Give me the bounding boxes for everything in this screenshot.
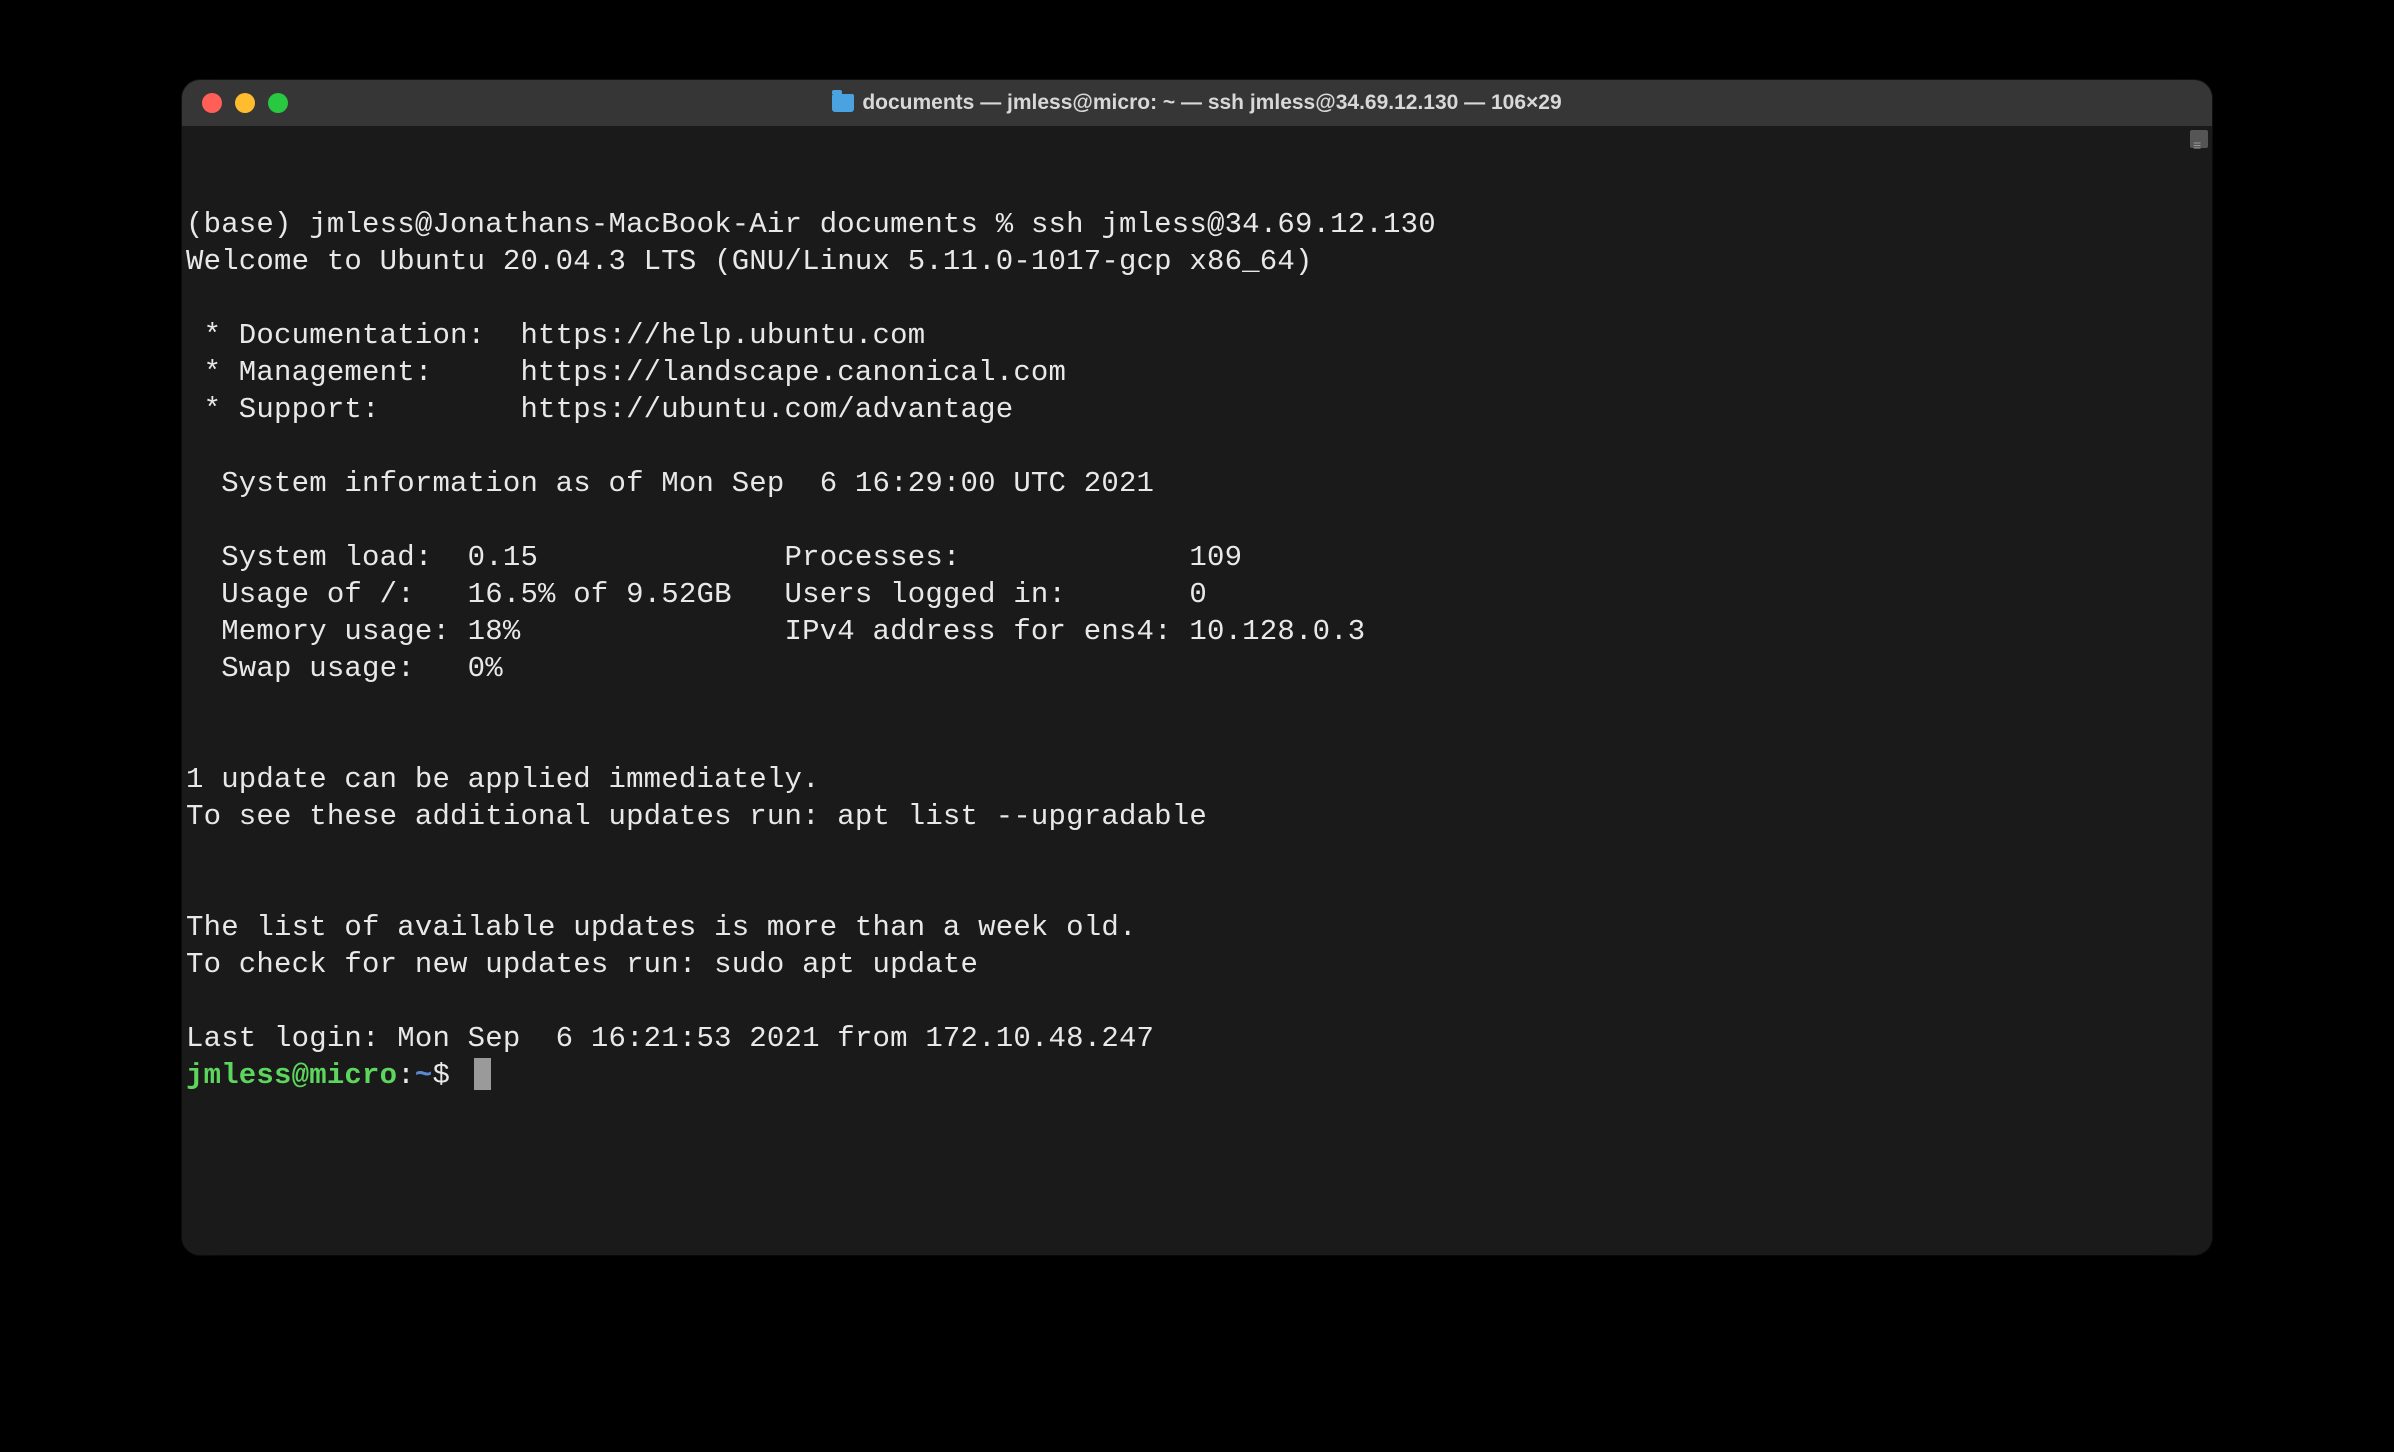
titlebar[interactable]: documents — jmless@micro: ~ — ssh jmless… — [182, 80, 2212, 126]
prompt-dollar: $ — [432, 1057, 467, 1094]
terminal-viewport[interactable]: (base) jmless@Jonathans-MacBook-Air docu… — [182, 126, 2212, 1255]
motd-mgmt-link: * Management: https://landscape.canonica… — [186, 356, 1066, 389]
cursor-icon — [474, 1058, 491, 1090]
sysinfo-row-3: Memory usage: 18% IPv4 address for ens4:… — [186, 615, 1365, 648]
maximize-button[interactable] — [268, 93, 288, 113]
terminal-window: documents — jmless@micro: ~ — ssh jmless… — [182, 80, 2212, 1255]
window-title-wrap: documents — jmless@micro: ~ — ssh jmless… — [182, 91, 2212, 115]
remote-prompt[interactable]: jmless@micro:~$ — [186, 1057, 2208, 1094]
updates-line-2: To see these additional updates run: apt… — [186, 800, 1207, 833]
folder-icon — [832, 94, 854, 112]
motd-welcome: Welcome to Ubuntu 20.04.3 LTS (GNU/Linux… — [186, 245, 1313, 278]
prompt-path: ~ — [415, 1057, 433, 1094]
local-prompt: (base) jmless@Jonathans-MacBook-Air docu… — [186, 208, 1031, 241]
stale-updates-1: The list of available updates is more th… — [186, 911, 1137, 944]
stale-updates-2: To check for new updates run: sudo apt u… — [186, 948, 978, 981]
prompt-userhost: jmless@micro — [186, 1057, 397, 1094]
ssh-command: ssh jmless@34.69.12.130 — [1031, 208, 1436, 241]
sysinfo-row-2: Usage of /: 16.5% of 9.52GB Users logged… — [186, 578, 1207, 611]
updates-line-1: 1 update can be applied immediately. — [186, 763, 820, 796]
motd-doc-link: * Documentation: https://help.ubuntu.com — [186, 319, 925, 352]
minimize-button[interactable] — [235, 93, 255, 113]
last-login: Last login: Mon Sep 6 16:21:53 2021 from… — [186, 1022, 1154, 1055]
sysinfo-row-4: Swap usage: 0% — [186, 652, 503, 685]
sysinfo-header: System information as of Mon Sep 6 16:29… — [186, 467, 1154, 500]
sysinfo-row-1: System load: 0.15 Processes: 109 — [186, 541, 1242, 574]
window-title: documents — jmless@micro: ~ — ssh jmless… — [862, 91, 1561, 115]
close-button[interactable] — [202, 93, 222, 113]
scroll-indicator-icon[interactable] — [2190, 130, 2208, 148]
prompt-colon: : — [397, 1057, 415, 1094]
traffic-lights — [202, 93, 288, 113]
motd-support-link: * Support: https://ubuntu.com/advantage — [186, 393, 1013, 426]
